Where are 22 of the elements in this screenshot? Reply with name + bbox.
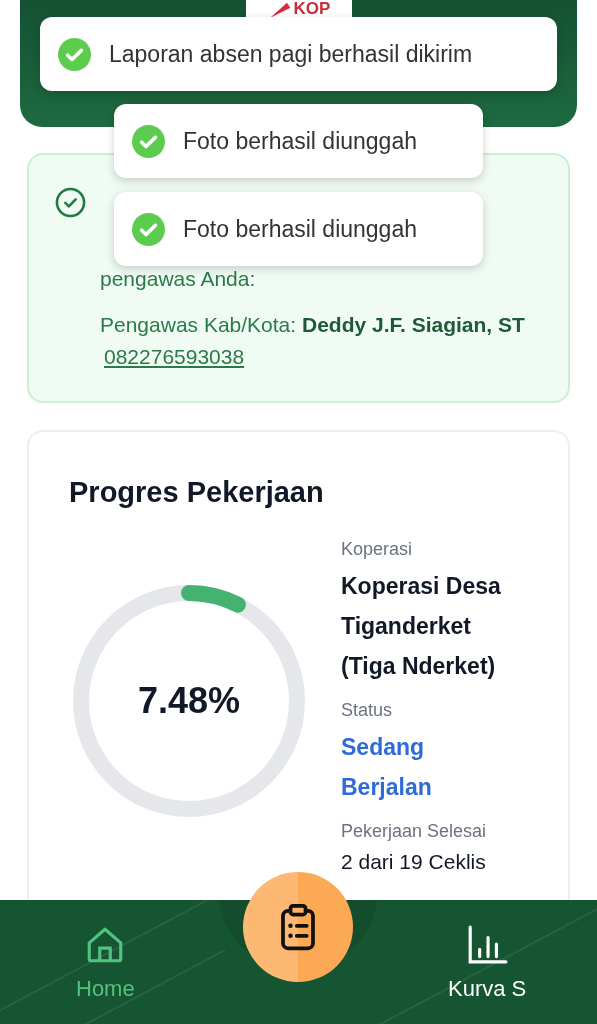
field-value: 2 dari 19 Ceklis	[341, 849, 487, 875]
toast-text: Foto berhasil diunggah	[183, 215, 417, 243]
logo-text: KOP	[293, 0, 331, 17]
field-label: Pekerjaan Selesai	[341, 821, 488, 842]
check-icon	[132, 124, 165, 158]
supervisor-text: Pengawas Kab/Kota: Deddy J.F. Siagian, ST 082276593038	[100, 312, 526, 370]
bar-chart-icon	[466, 924, 509, 966]
check-icon	[58, 37, 91, 71]
nav-tab[interactable]: Home	[76, 924, 135, 1002]
percent-text: 7.48%	[137, 680, 241, 722]
field-label: Koperasi	[341, 539, 414, 560]
card-title: Progres Pekerjaan	[69, 476, 325, 509]
notice-text: pengawas Anda:	[100, 266, 257, 292]
phone-link[interactable]: 082276593038	[104, 345, 245, 368]
check-circle-icon	[55, 187, 86, 218]
field-value: Koperasi Desa Tiganderket (Tiga Nderket)	[341, 572, 502, 681]
field-label: Status	[341, 700, 394, 721]
nav-tab[interactable]: Kurva S	[448, 924, 527, 1002]
check-icon	[132, 212, 165, 246]
field-value: Sedang Berjalan	[341, 733, 433, 802]
toast-text: Foto berhasil diunggah	[183, 127, 417, 155]
toast-text: Laporan absen pagi berhasil dikirim	[109, 40, 473, 68]
